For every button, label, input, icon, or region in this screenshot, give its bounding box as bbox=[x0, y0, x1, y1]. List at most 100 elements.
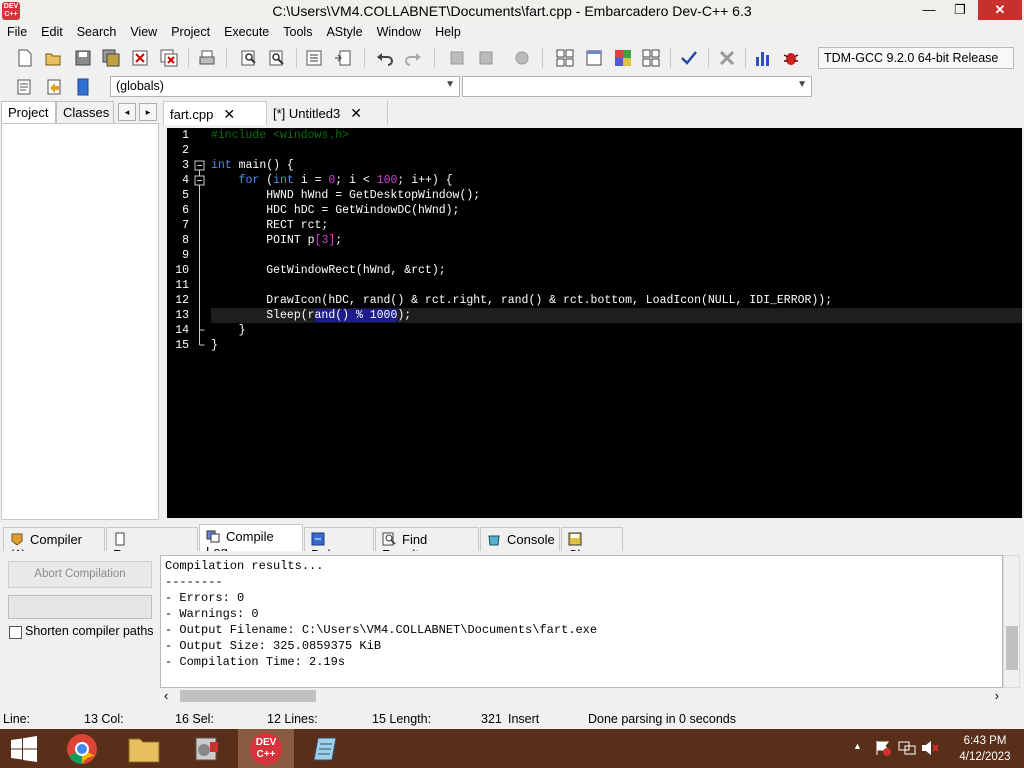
find-icon[interactable] bbox=[240, 49, 258, 67]
new-file-icon[interactable] bbox=[16, 49, 34, 67]
code-line[interactable]: DrawIcon(hDC, rand() & rct.right, rand()… bbox=[211, 293, 1022, 308]
indent-icon[interactable] bbox=[305, 49, 323, 67]
code-line[interactable]: Sleep(rand() % 1000); bbox=[211, 308, 1022, 323]
menu-edit[interactable]: Edit bbox=[34, 22, 70, 43]
new-project-icon[interactable] bbox=[448, 49, 466, 67]
tab-compiler[interactable]: Compiler (1) bbox=[3, 527, 105, 562]
tab-close-panel[interactable]: Close bbox=[561, 527, 623, 562]
menu-execute[interactable]: Execute bbox=[217, 22, 276, 43]
menu-astyle[interactable]: AStyle bbox=[319, 22, 369, 43]
syntax-check-icon[interactable] bbox=[680, 49, 698, 67]
taskbar-notepad[interactable] bbox=[300, 729, 356, 768]
taskbar-devcpp[interactable]: DEV C++ bbox=[238, 729, 294, 768]
close-file-icon[interactable] bbox=[131, 49, 149, 67]
scroll-thumb[interactable] bbox=[1006, 626, 1018, 670]
minimize-button[interactable]: — bbox=[915, 0, 943, 20]
tab-project[interactable]: Project bbox=[1, 101, 56, 123]
scope-combo[interactable]: (globals) ▼ bbox=[110, 76, 460, 97]
code-line[interactable]: POINT p[3]; bbox=[211, 233, 1022, 248]
title-bar[interactable]: DEV C++ C:\Users\VM4.COLLABNET\Documents… bbox=[0, 0, 1024, 22]
bookmark-icon[interactable] bbox=[74, 78, 92, 96]
close-window-button[interactable]: ✕ bbox=[978, 0, 1022, 20]
redo-icon[interactable] bbox=[404, 49, 422, 67]
code-line[interactable]: } bbox=[211, 338, 1022, 353]
network-icon[interactable] bbox=[898, 740, 916, 756]
log-vertical-scrollbar[interactable] bbox=[1003, 555, 1020, 688]
profile-chart-icon[interactable] bbox=[754, 49, 772, 67]
abort-compilation-button[interactable]: Abort Compilation bbox=[8, 561, 152, 588]
close-tab-icon[interactable]: ✕ bbox=[350, 105, 362, 121]
code-line[interactable]: HWND hWnd = GetDesktopWindow(); bbox=[211, 188, 1022, 203]
function-combo[interactable]: ▼ bbox=[462, 76, 812, 97]
menu-window[interactable]: Window bbox=[370, 22, 428, 43]
code-editor[interactable]: 1 2 3 4 5 6 7 8 9 10 11 12 13 14 15 #include <windows.… bbox=[167, 128, 1022, 518]
unindent-icon[interactable] bbox=[334, 49, 352, 67]
add-to-project-icon[interactable] bbox=[477, 49, 495, 67]
goto-declaration-icon[interactable] bbox=[15, 78, 33, 96]
tab-classes[interactable]: Classes bbox=[56, 101, 114, 123]
menu-search[interactable]: Search bbox=[70, 22, 124, 43]
taskbar-file-explorer[interactable] bbox=[116, 729, 172, 768]
code-line[interactable] bbox=[211, 278, 1022, 293]
code-line[interactable] bbox=[211, 143, 1022, 158]
start-windows-icon[interactable] bbox=[10, 736, 38, 762]
tab-resources[interactable]: Resources bbox=[106, 527, 198, 562]
log-horizontal-scrollbar[interactable]: ‹ › bbox=[160, 688, 1003, 704]
shorten-paths-checkbox[interactable] bbox=[9, 626, 22, 639]
action-center-flag-icon[interactable] bbox=[874, 740, 892, 756]
editor-tab-untitled3[interactable]: [*] Untitled3 ✕ bbox=[266, 101, 388, 125]
code-line[interactable]: GetWindowRect(hWnd, &rct); bbox=[211, 263, 1022, 278]
scroll-right-icon[interactable]: › bbox=[995, 688, 999, 703]
taskbar-installer[interactable] bbox=[178, 729, 234, 768]
code-token: } bbox=[211, 339, 218, 352]
code-line[interactable] bbox=[211, 248, 1022, 263]
compile-log-output[interactable]: Compilation results... -------- - Errors: … bbox=[160, 555, 1003, 688]
tray-expand-icon[interactable]: ▲ bbox=[853, 741, 862, 751]
code-line[interactable]: RECT rct; bbox=[211, 218, 1022, 233]
code-line[interactable]: #include <windows.h> bbox=[211, 128, 1022, 143]
tab-find-results[interactable]: Find Results bbox=[375, 527, 479, 562]
scroll-left-icon[interactable]: ‹ bbox=[164, 688, 168, 703]
print-icon[interactable] bbox=[198, 49, 216, 67]
open-file-icon[interactable] bbox=[44, 49, 62, 67]
tab-scroll-right-button[interactable]: ▸ bbox=[139, 103, 157, 121]
code-token: ); bbox=[397, 309, 412, 322]
code-line[interactable]: int main() { bbox=[211, 158, 1022, 173]
replace-icon[interactable] bbox=[268, 49, 286, 67]
compiler-icon bbox=[11, 533, 23, 546]
menu-project[interactable]: Project bbox=[164, 22, 217, 43]
compiler-select[interactable]: TDM-GCC 9.2.0 64-bit Release bbox=[818, 47, 1014, 69]
tab-scroll-left-button[interactable]: ◂ bbox=[118, 103, 136, 121]
tab-debug[interactable]: Debug bbox=[304, 527, 374, 562]
restore-button[interactable]: ❐ bbox=[946, 0, 974, 20]
tab-console[interactable]: Console bbox=[480, 527, 560, 551]
close-all-icon[interactable] bbox=[160, 49, 178, 67]
undo-icon[interactable] bbox=[376, 49, 394, 67]
tab-compile-log[interactable]: Compile Log bbox=[199, 524, 303, 559]
colored-grid-icon[interactable] bbox=[614, 49, 632, 67]
debug-bug-icon[interactable] bbox=[782, 49, 800, 67]
taskbar-chrome[interactable] bbox=[54, 729, 110, 768]
log-line: - Output Filename: C:\Users\VM4.COLLABNE… bbox=[165, 623, 598, 637]
volume-muted-icon[interactable] bbox=[921, 740, 939, 756]
menu-file[interactable]: File bbox=[0, 22, 34, 43]
code-line[interactable]: for (int i = 0; i < 100; i++) { bbox=[211, 173, 1022, 188]
code-line[interactable]: } bbox=[211, 323, 1022, 338]
code-line[interactable]: HDC hDC = GetWindowDC(hWnd); bbox=[211, 203, 1022, 218]
save-all-icon[interactable] bbox=[102, 49, 120, 67]
stop-execution-icon[interactable] bbox=[718, 49, 736, 67]
tile-windows-icon[interactable] bbox=[556, 49, 574, 67]
taskbar-clock[interactable]: 6:43 PM 4/12/2023 bbox=[952, 733, 1018, 765]
menu-view[interactable]: View bbox=[123, 22, 164, 43]
fullscreen-icon[interactable] bbox=[585, 49, 603, 67]
close-tab-icon[interactable]: ✕ bbox=[223, 106, 235, 122]
editor-tab-fart-cpp[interactable]: fart.cpp ✕ bbox=[163, 101, 267, 125]
project-options-icon[interactable] bbox=[513, 49, 531, 67]
menu-tools[interactable]: Tools bbox=[276, 22, 319, 43]
menu-help[interactable]: Help bbox=[428, 22, 468, 43]
goto-definition-icon[interactable] bbox=[45, 78, 63, 96]
save-icon[interactable] bbox=[74, 49, 92, 67]
window-list-icon[interactable] bbox=[642, 49, 660, 67]
project-tree[interactable] bbox=[1, 123, 159, 520]
scroll-thumb[interactable] bbox=[180, 690, 316, 702]
